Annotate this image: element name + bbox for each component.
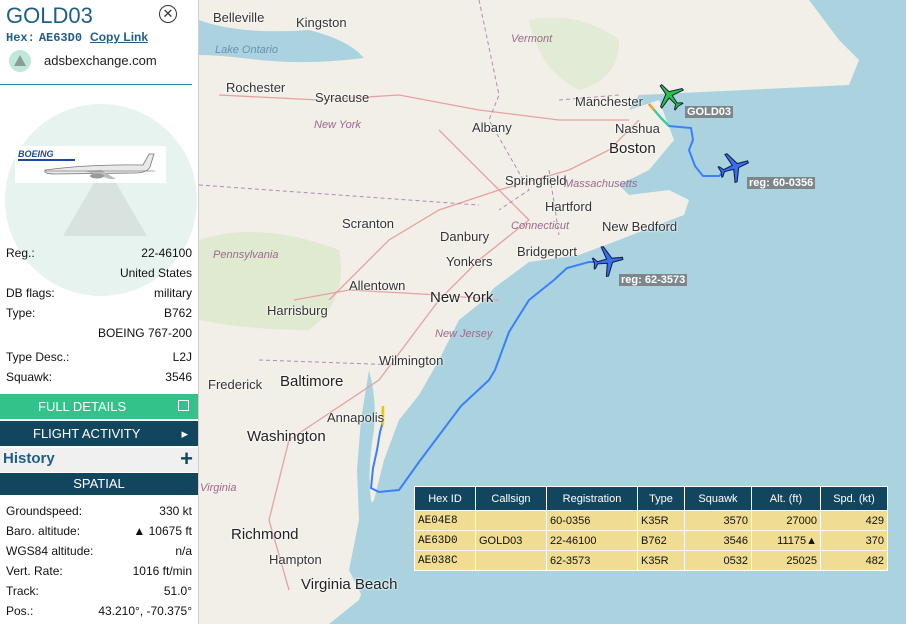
col-speed[interactable]: Spd. (kt) [820,486,888,511]
hex-label: Hex: [6,31,35,45]
city-label: Danbury [440,229,490,244]
col-callsign[interactable]: Callsign [475,486,547,511]
expand-plus-icon[interactable]: + [180,446,193,472]
svg-text:BOEING: BOEING [18,149,54,159]
flight-activity-button[interactable]: FLIGHT ACTIVITY ▸ [0,421,198,446]
col-hex-id[interactable]: Hex ID [414,486,476,511]
external-link-icon [178,400,189,411]
chevron-right-icon: ▸ [181,426,188,441]
col-squawk[interactable]: Squawk [684,486,752,511]
hex-line: Hex: AE63D0 Copy Link [6,30,148,45]
copy-link[interactable]: Copy Link [90,30,148,44]
aircraft-label-60-0356[interactable]: reg: 60-0356 [747,177,816,189]
hex-value: AE63D0 [38,31,83,45]
city-label: Harrisburg [267,303,328,318]
table-row[interactable]: AE63D0 GOLD03 22-46100 B762 3546 11175▲ … [414,530,888,551]
divider [0,84,192,85]
city-label: Richmond [231,526,299,543]
city-label: New Bedford [602,219,678,234]
city-label: Scranton [342,216,395,231]
city-label: Frederick [208,377,263,392]
state-label: New Jersey [435,328,493,340]
map-view[interactable]: GOLD03 reg: 60-0356 reg: 62-3573 Bellevi… [199,0,906,624]
col-type[interactable]: Type [637,486,685,511]
city-label: Yonkers [446,254,493,269]
state-label: Pennsylvania [213,249,279,261]
table-row[interactable]: AE04E8 60-0356 K35R 3570 27000 429 [414,510,888,531]
spatial-header[interactable]: SPATIAL [0,473,198,495]
city-label: Rochester [226,80,286,95]
callsign-title: GOLD03 [6,3,93,28]
city-label: Baltimore [280,373,344,390]
table-header-row: Hex ID Callsign Registration Type Squawk… [414,486,888,511]
state-label: Virginia [200,482,237,494]
state-label: Massachusetts [564,178,638,190]
state-label: Vermont [511,33,553,45]
aircraft-table: Hex ID Callsign Registration Type Squawk… [414,486,888,571]
water-label: Lake Ontario [215,44,278,56]
full-details-button[interactable]: FULL DETAILS [0,394,198,419]
city-label: Hampton [269,552,322,567]
aircraft-photo[interactable]: BOEING [15,146,166,183]
state-label: Connecticut [511,220,570,232]
city-label: Nashua [615,121,660,136]
city-label: Hartford [545,199,592,214]
aircraft-gold03-icon[interactable] [654,80,686,112]
aircraft-60-0356-icon[interactable] [717,150,751,184]
state-label: New York [314,119,361,131]
city-label: Syracuse [315,90,370,105]
history-section[interactable]: History + [0,446,198,472]
city-label: New York [430,289,494,306]
city-label: Washington [247,428,326,445]
source-link[interactable]: adsbexchange.com [44,53,157,68]
city-label: Bridgeport [517,244,577,259]
adsbexchange-logo-icon [9,50,31,72]
close-icon[interactable]: ✕ [159,5,177,23]
city-label: Albany [472,120,512,135]
col-altitude[interactable]: Alt. (ft) [751,486,821,511]
city-label: Annapolis [327,410,385,425]
city-label: Virginia Beach [301,576,398,593]
aircraft-62-3573-icon[interactable] [591,244,625,278]
col-registration[interactable]: Registration [546,486,638,511]
city-label: Kingston [296,15,347,30]
city-label: Boston [609,140,656,157]
city-label: Springfield [505,173,567,188]
aircraft-sidebar: GOLD03 ✕ Hex: AE63D0 Copy Link adsbexchang… [0,0,199,624]
city-label: Allentown [349,278,406,293]
aircraft-label-gold03[interactable]: GOLD03 [685,106,734,118]
city-label: Wilmington [379,353,444,368]
city-label: Belleville [213,10,265,25]
table-row[interactable]: AE038C 62-3573 K35R 0532 25025 482 [414,550,888,571]
aircraft-label-62-3573[interactable]: reg: 62-3573 [619,274,688,286]
city-label: Manchester [575,94,643,109]
